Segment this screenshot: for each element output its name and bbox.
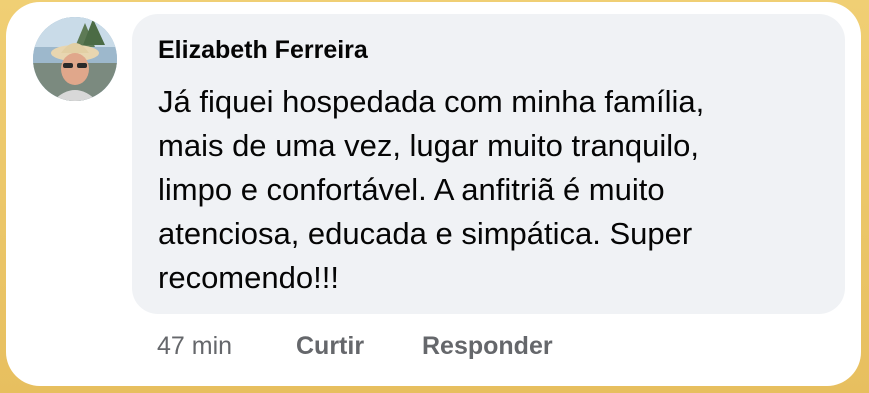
comment-line: mais de uma vez, lugar muito tranquilo, xyxy=(158,128,700,163)
comment-text: Já fiquei hospedada com minha família, m… xyxy=(158,80,828,300)
page-background: Elizabeth Ferreira Já fiquei hospedada c… xyxy=(0,0,869,393)
comment-line: atenciosa, educada e simpática. Super xyxy=(158,216,693,251)
avatar[interactable] xyxy=(33,17,117,101)
comment-line: Já fiquei hospedada com minha família, xyxy=(158,84,705,119)
comment-timestamp[interactable]: 47 min xyxy=(157,332,232,361)
profile-photo-icon xyxy=(33,17,117,101)
like-button[interactable]: Curtir xyxy=(296,332,364,361)
comment-line: recomendo!!! xyxy=(158,260,339,295)
comment-author[interactable]: Elizabeth Ferreira xyxy=(158,36,368,65)
comment-card: Elizabeth Ferreira Já fiquei hospedada c… xyxy=(6,2,861,386)
comment-line: limpo e confortável. A anfitriã é muito xyxy=(158,172,665,207)
reply-button[interactable]: Responder xyxy=(422,332,553,361)
comment-bubble: Elizabeth Ferreira Já fiquei hospedada c… xyxy=(132,14,845,314)
